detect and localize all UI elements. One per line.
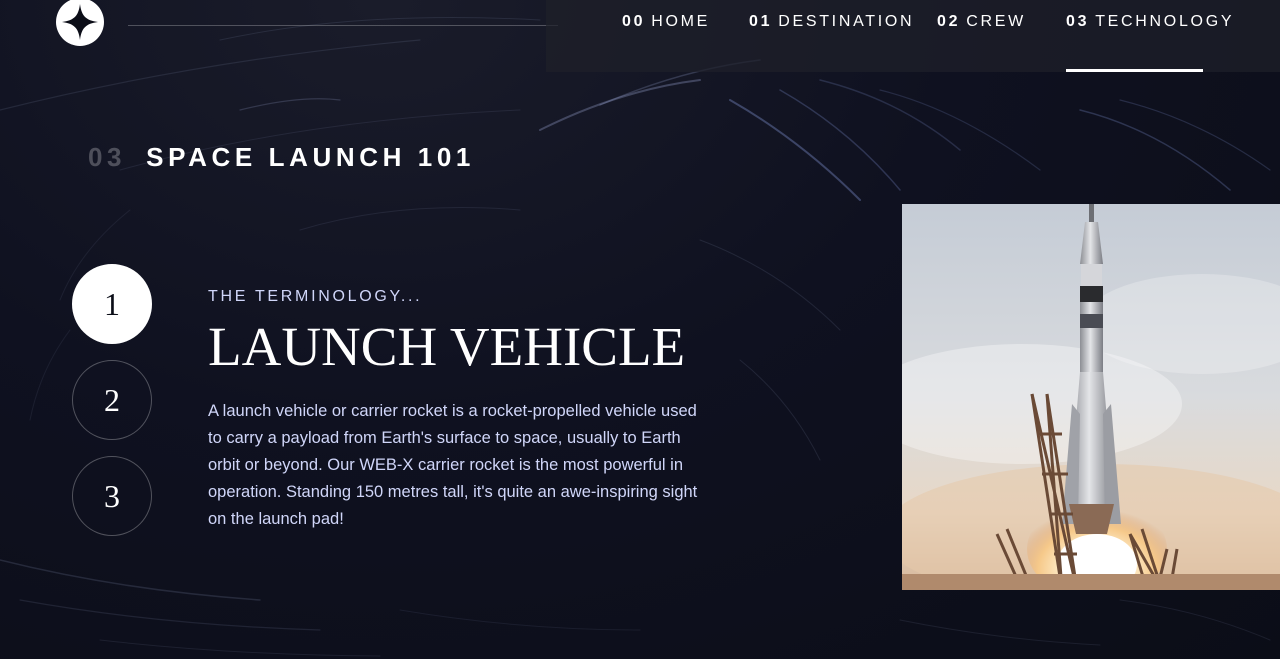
technology-description: A launch vehicle or carrier rocket is a …	[208, 402, 698, 528]
nav-item-label: TECHNOLOGY	[1095, 13, 1235, 30]
logo[interactable]	[56, 0, 104, 46]
page-title-text: SPACE LAUNCH 101	[146, 142, 475, 172]
nav-item-label: DESTINATION	[778, 13, 915, 30]
rocket-launch-illustration	[902, 204, 1280, 590]
header-divider	[128, 25, 558, 26]
main-nav: 00 HOME 01 DESTINATION 02 CREW 03 TECHNOLOGY	[546, 0, 1280, 72]
technology-page: 00 HOME 01 DESTINATION 02 CREW 03 TECHNOLOGY…	[0, 0, 1280, 659]
nav-item-number: 03	[1066, 13, 1090, 30]
nav-item-crew[interactable]: 02 CREW	[937, 13, 1026, 72]
nav-item-number: 02	[937, 13, 961, 30]
nav-item-number: 00	[622, 13, 646, 30]
star-logo-icon	[62, 4, 98, 40]
launch-vehicle-image	[902, 204, 1280, 590]
step-button-2[interactable]: 2	[72, 360, 152, 440]
step-button-1[interactable]: 1	[72, 264, 152, 344]
technology-title: LAUNCH VEHICLE	[208, 316, 686, 377]
nav-item-destination[interactable]: 01 DESTINATION	[749, 13, 914, 72]
page-number: 03	[88, 142, 127, 172]
step-button-3[interactable]: 3	[72, 456, 152, 536]
terminology-subheading: THE TERMINOLOGY...	[208, 288, 423, 305]
nav-item-home[interactable]: 00 HOME	[622, 13, 710, 72]
page-title: 03 SPACE LAUNCH 101	[88, 142, 475, 173]
nav-item-technology[interactable]: 03 TECHNOLOGY	[1066, 13, 1232, 72]
nav-item-label: HOME	[651, 13, 711, 30]
nav-item-number: 01	[749, 13, 773, 30]
nav-item-label: CREW	[966, 13, 1026, 30]
